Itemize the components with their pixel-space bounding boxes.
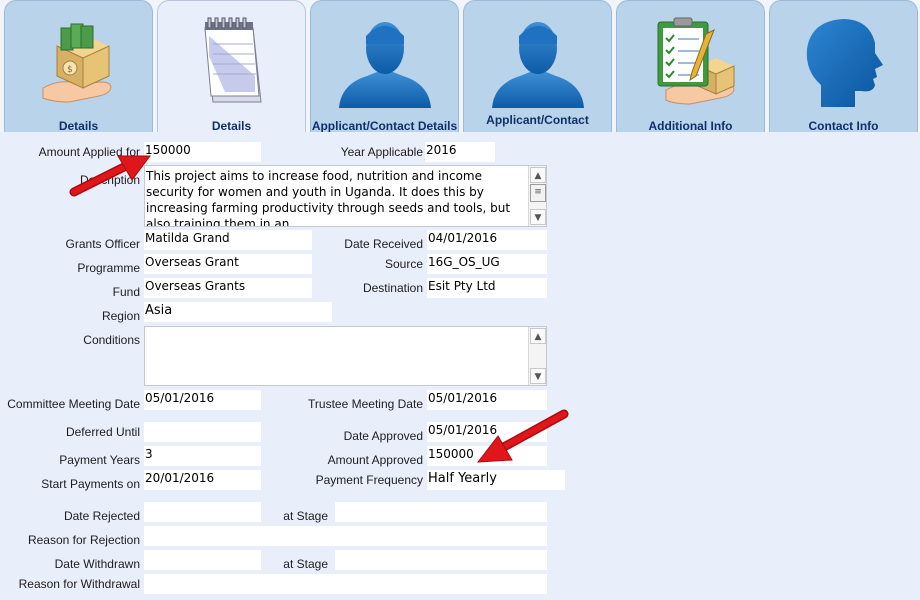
- programme-label: Programme: [77, 261, 140, 275]
- tab-details[interactable]: Details: [157, 0, 306, 133]
- description-scrollbar[interactable]: ▲ ≡ ▼: [528, 166, 546, 226]
- rejected-stage-label: at Stage: [283, 509, 328, 523]
- tab-applicant-contact[interactable]: Applicant/Contact: [463, 0, 612, 132]
- grants-officer-label: Grants Officer: [65, 237, 140, 251]
- scroll-down-button[interactable]: ▼: [530, 209, 546, 225]
- programme-field[interactable]: Overseas Grant: [144, 254, 312, 274]
- tab-contact-info[interactable]: Contact Info: [769, 0, 918, 133]
- trustee-date-label: Trustee Meeting Date: [308, 397, 423, 411]
- payment-frequency-label: Payment Frequency: [315, 473, 423, 487]
- tab-applicant-contact-details[interactable]: Applicant/Contact Details: [310, 0, 459, 133]
- date-received-field[interactable]: 04/01/2016: [427, 230, 547, 250]
- destination-field[interactable]: Esit Pty Ltd: [427, 278, 547, 298]
- conditions-scrollbar[interactable]: ▲ ▼: [528, 327, 546, 385]
- date-withdrawn-field[interactable]: [144, 550, 261, 570]
- reason-withdrawal-label: Reason for Withdrawal: [18, 577, 140, 591]
- tab-label: Details: [58, 119, 99, 133]
- tab-bar: $ Details Details Applicant/Contact Deta…: [0, 0, 920, 133]
- start-payments-field[interactable]: 20/01/2016: [144, 470, 261, 490]
- scroll-up-button[interactable]: ▲: [530, 328, 546, 344]
- payment-years-field[interactable]: 3: [144, 446, 261, 466]
- year-applicable-label: Year Applicable: [340, 145, 423, 159]
- deferred-until-label: Deferred Until: [65, 425, 140, 439]
- tab-label: Applicant/Contact: [486, 113, 589, 127]
- amount-approved-field[interactable]: 150000: [427, 446, 547, 466]
- payment-frequency-field[interactable]: Half Yearly: [427, 470, 565, 490]
- start-payments-label: Start Payments on: [41, 477, 140, 491]
- reason-rejection-field[interactable]: [144, 526, 547, 546]
- tab-label: Applicant/Contact Details: [311, 119, 458, 133]
- source-label: Source: [384, 257, 423, 271]
- amount-approved-label: Amount Approved: [327, 453, 423, 467]
- payment-years-label: Payment Years: [59, 453, 140, 467]
- svg-text:$: $: [67, 65, 73, 75]
- conditions-textarea[interactable]: ▲ ▼: [144, 326, 547, 386]
- source-field[interactable]: 16G_OS_UG: [427, 254, 547, 274]
- scroll-up-button[interactable]: ▲: [530, 167, 546, 183]
- person-silhouette-icon: [464, 11, 611, 111]
- withdrawn-stage-field[interactable]: [335, 550, 547, 570]
- clipboard-checklist-icon: [617, 11, 764, 111]
- trustee-date-field[interactable]: 05/01/2016: [427, 390, 547, 410]
- tab-additional-info[interactable]: Additional Info: [616, 0, 765, 133]
- committee-date-field[interactable]: 05/01/2016: [144, 390, 261, 410]
- description-text: This project aims to increase food, nutr…: [146, 169, 514, 227]
- date-approved-label: Date Approved: [343, 429, 423, 443]
- scroll-thumb[interactable]: ≡: [530, 184, 546, 202]
- date-approved-field[interactable]: 05/01/2016: [427, 422, 547, 442]
- tab-label: Contact Info: [808, 119, 879, 133]
- destination-label: Destination: [362, 281, 423, 295]
- rejected-stage-field[interactable]: [335, 502, 547, 522]
- fund-field[interactable]: Overseas Grants: [144, 278, 312, 298]
- amount-applied-label: Amount Applied for: [38, 145, 140, 159]
- description-textarea[interactable]: This project aims to increase food, nutr…: [144, 165, 547, 227]
- committee-date-label: Committee Meeting Date: [7, 397, 140, 411]
- fund-label: Fund: [112, 285, 140, 299]
- notepad-icon: [158, 11, 305, 111]
- scroll-down-button[interactable]: ▼: [530, 368, 546, 384]
- deferred-until-field[interactable]: [144, 422, 261, 442]
- date-withdrawn-label: Date Withdrawn: [54, 557, 140, 571]
- grant-details-form: Amount Applied for 150000 Year Applicabl…: [4, 132, 920, 600]
- head-profile-icon: [770, 11, 917, 111]
- date-rejected-label: Date Rejected: [63, 509, 140, 523]
- tab-label: Additional Info: [648, 119, 733, 133]
- amount-applied-field[interactable]: 150000: [144, 142, 261, 162]
- date-rejected-field[interactable]: [144, 502, 261, 522]
- tab-grant-details[interactable]: $ Details: [4, 0, 153, 133]
- reason-withdrawal-field[interactable]: [144, 574, 547, 594]
- date-received-label: Date Received: [344, 237, 423, 251]
- withdrawn-stage-label: at Stage: [283, 557, 328, 571]
- region-label: Region: [101, 309, 140, 323]
- grant-box-hand-icon: $: [5, 11, 152, 111]
- region-field[interactable]: Asia: [144, 302, 332, 322]
- description-label: Description: [79, 173, 140, 187]
- person-silhouette-icon: [311, 11, 458, 111]
- reason-rejection-label: Reason for Rejection: [27, 533, 140, 547]
- grants-officer-field[interactable]: Matilda Grand: [144, 230, 312, 250]
- year-applicable-field[interactable]: 2016: [425, 142, 495, 162]
- conditions-label: Conditions: [83, 333, 140, 347]
- tab-label: Details: [211, 119, 252, 133]
